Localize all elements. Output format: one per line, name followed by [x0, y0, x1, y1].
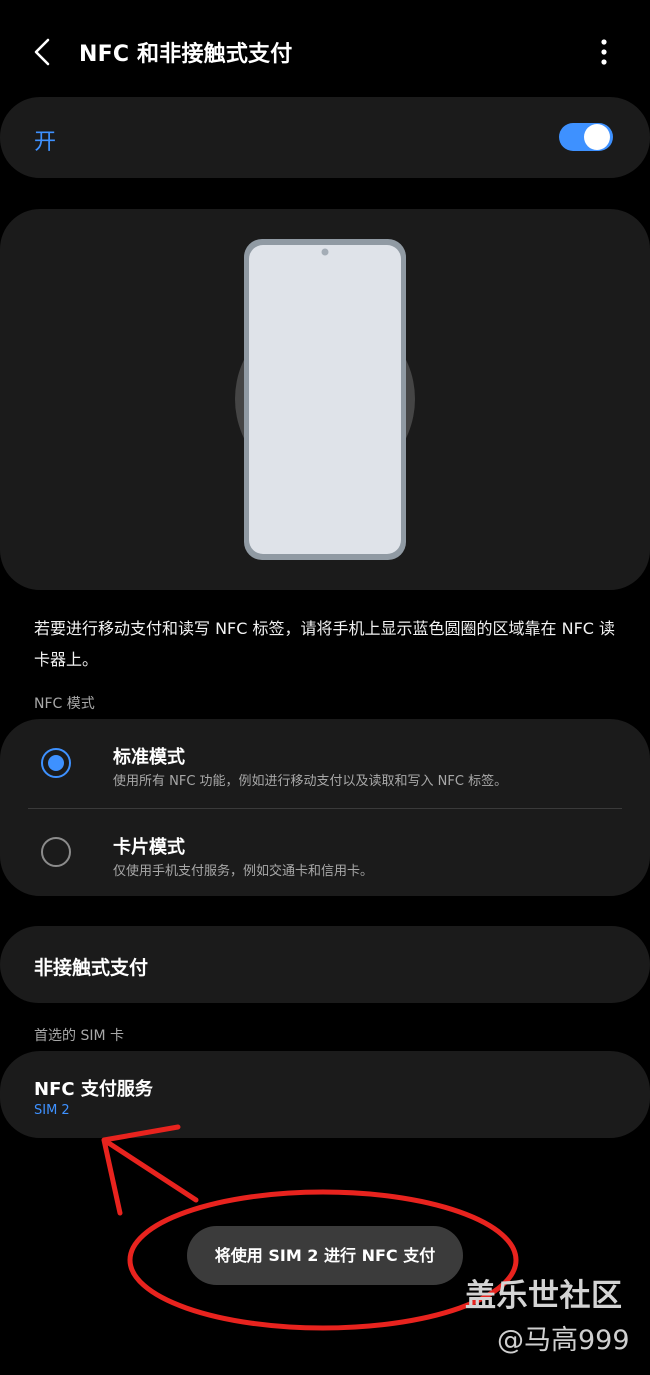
payment-service-value: SIM 2 — [34, 1103, 70, 1118]
master-switch-card[interactable]: 开 — [0, 97, 650, 178]
nfc-description: 若要进行移动支付和读写 NFC 标签，请将手机上显示蓝色圆圈的区域靠在 NFC … — [34, 619, 616, 669]
back-button[interactable] — [26, 30, 62, 74]
toast-message: 将使用 SIM 2 进行 NFC 支付 — [187, 1226, 463, 1285]
phone-nfc-illustration — [235, 239, 415, 560]
contactless-payment-item[interactable]: 非接触式支付 — [0, 926, 650, 1003]
nfc-payment-service-item[interactable]: NFC 支付服务 SIM 2 — [0, 1051, 650, 1138]
mode-option-subtitle: 仅使用手机支付服务，例如交通卡和信用卡。 — [113, 864, 374, 879]
master-switch-label: 开 — [34, 130, 57, 155]
toast-text: 将使用 SIM 2 进行 NFC 支付 — [214, 1246, 436, 1265]
mode-option-subtitle: 使用所有 NFC 功能，例如进行移动支付以及读取和写入 NFC 标签。 — [113, 774, 508, 789]
mode-option-standard[interactable]: 标准模式 使用所有 NFC 功能，例如进行移动支付以及读取和写入 NFC 标签。 — [0, 719, 650, 807]
payment-service-title: NFC 支付服务 — [34, 1079, 153, 1100]
app-bar: NFC 和非接触式支付 — [0, 0, 650, 100]
preferred-sim-section-label: 首选的 SIM 卡 — [34, 1028, 124, 1044]
watermark-site: 盖乐世社区 — [465, 1278, 623, 1314]
mode-option-title: 标准模式 — [113, 747, 185, 768]
phone-screen — [249, 245, 401, 554]
nfc-settings-screen: NFC 和非接触式支付 开 若要进行移动支付和读写 NFC 标签，请将手机上显示… — [0, 0, 650, 1375]
mode-option-card[interactable]: 卡片模式 仅使用手机支付服务，例如交通卡和信用卡。 — [0, 809, 650, 897]
toggle-knob — [584, 124, 610, 150]
nfc-illustration-card — [0, 209, 650, 590]
phone-camera — [321, 248, 329, 256]
more-vertical-icon — [601, 39, 607, 65]
radio-selected-icon[interactable] — [41, 748, 71, 778]
nfc-toggle-switch[interactable] — [559, 123, 613, 151]
more-options-button[interactable] — [588, 30, 620, 74]
watermark-user: @马高999 — [497, 1325, 630, 1356]
chevron-left-icon — [34, 38, 50, 66]
page-title: NFC 和非接触式支付 — [79, 42, 293, 67]
annotation-arrow — [101, 1124, 199, 1216]
radio-unselected-icon[interactable] — [41, 837, 71, 867]
nfc-mode-card: 标准模式 使用所有 NFC 功能，例如进行移动支付以及读取和写入 NFC 标签。… — [0, 719, 650, 896]
nfc-mode-section-label: NFC 模式 — [34, 696, 95, 712]
red-annotation-overlay — [101, 1124, 519, 1331]
contactless-payment-label: 非接触式支付 — [34, 957, 149, 979]
mode-option-title: 卡片模式 — [113, 837, 185, 858]
